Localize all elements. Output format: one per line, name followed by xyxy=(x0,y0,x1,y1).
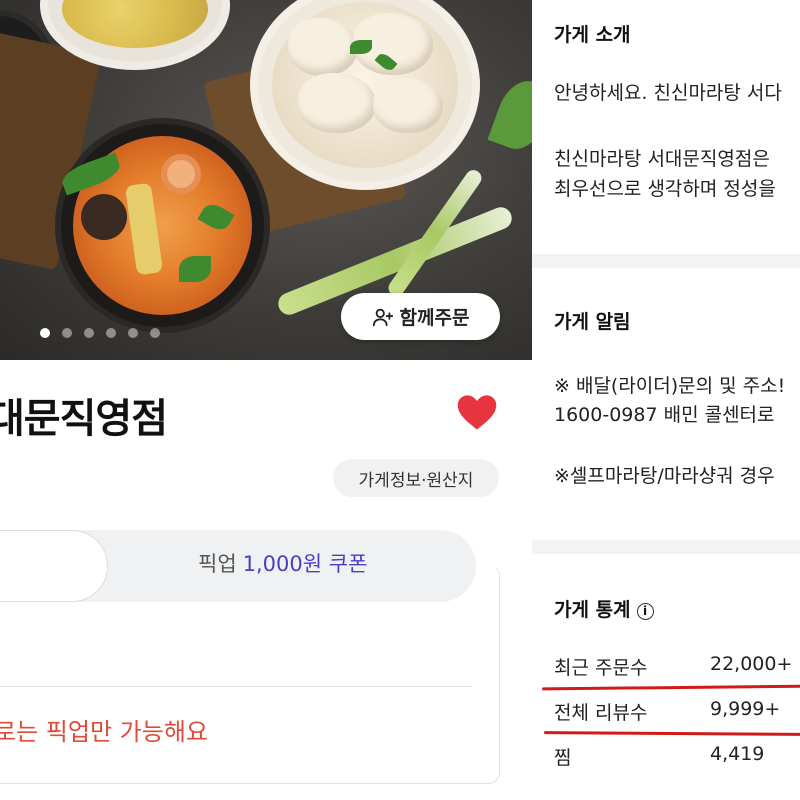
carousel-dot[interactable] xyxy=(150,328,160,338)
carousel-indicator xyxy=(40,328,160,338)
person-add-icon xyxy=(372,308,393,326)
store-hero-image[interactable]: 함께주문 xyxy=(0,0,532,360)
red-underline-annotation xyxy=(541,684,800,691)
together-order-button[interactable]: 함께주문 xyxy=(341,293,500,340)
stat-value-orders: 22,000+ xyxy=(710,653,793,675)
stat-label-orders: 최근 주문수 xyxy=(554,657,648,679)
notice-text-line: ※셀프마라탕/마라샹궈 경우 xyxy=(554,465,775,487)
store-detail-panel: 함께주문 대문직영점 가게정보·원산지 픽업 1,000원 쿠폰 로는 픽업만 가… xyxy=(0,0,532,800)
heart-icon[interactable] xyxy=(456,392,498,432)
info-icon[interactable]: i xyxy=(636,603,654,620)
carousel-dot[interactable] xyxy=(84,328,94,338)
notice-title: 가게 알림 xyxy=(554,311,631,333)
stat-label-reviews: 전체 리뷰수 xyxy=(554,702,648,724)
leaf xyxy=(487,73,532,157)
pickup-coupon-label: 1,000원 쿠폰 xyxy=(242,552,368,576)
intro-text-line: 최우선으로 생각하며 정성을 xyxy=(554,178,776,200)
store-info-panel: 가게 소개 안녕하세요. 친신마라탕 서다 친신마라탕 서대문직영점은 최우선으… xyxy=(532,0,800,800)
stats-title: 가게 통계 i xyxy=(554,595,654,622)
stat-value-reviews: 9,999+ xyxy=(710,698,781,720)
intro-text-line: 안녕하세요. 친신마라탕 서다 xyxy=(554,82,782,104)
notice-text-line: 1600-0987 배민 콜센터로 xyxy=(554,404,775,426)
tab-pickup[interactable]: 픽업 1,000원 쿠폰 xyxy=(198,548,367,578)
together-order-label: 함께주문 xyxy=(399,307,470,329)
intro-text-line: 친신마라탕 서대문직영점은 xyxy=(554,148,770,170)
carousel-dot[interactable] xyxy=(62,328,72,338)
section-separator xyxy=(532,540,800,554)
carousel-dot[interactable] xyxy=(106,328,116,338)
divider xyxy=(0,686,472,687)
section-separator xyxy=(532,254,800,268)
store-info-origin-button[interactable]: 가게정보·원산지 xyxy=(333,459,499,497)
tab-delivery[interactable] xyxy=(0,530,108,602)
carousel-dot[interactable] xyxy=(40,328,50,338)
notice-text-line: ※ 배달(라이더)문의 및 주소! xyxy=(554,375,786,397)
red-underline-annotation xyxy=(543,731,800,736)
pickup-only-notice: 로는 픽업만 가능해요 xyxy=(0,718,208,746)
store-name: 대문직영점 xyxy=(0,396,168,442)
intro-title: 가게 소개 xyxy=(554,24,631,46)
carousel-dot[interactable] xyxy=(128,328,138,338)
pickup-label: 픽업 xyxy=(198,552,237,576)
malatang-bowl xyxy=(55,118,270,333)
stats-title-label: 가게 통계 xyxy=(554,599,631,621)
stat-value-likes: 4,419 xyxy=(710,743,765,765)
stat-label-likes: 찜 xyxy=(554,747,572,769)
